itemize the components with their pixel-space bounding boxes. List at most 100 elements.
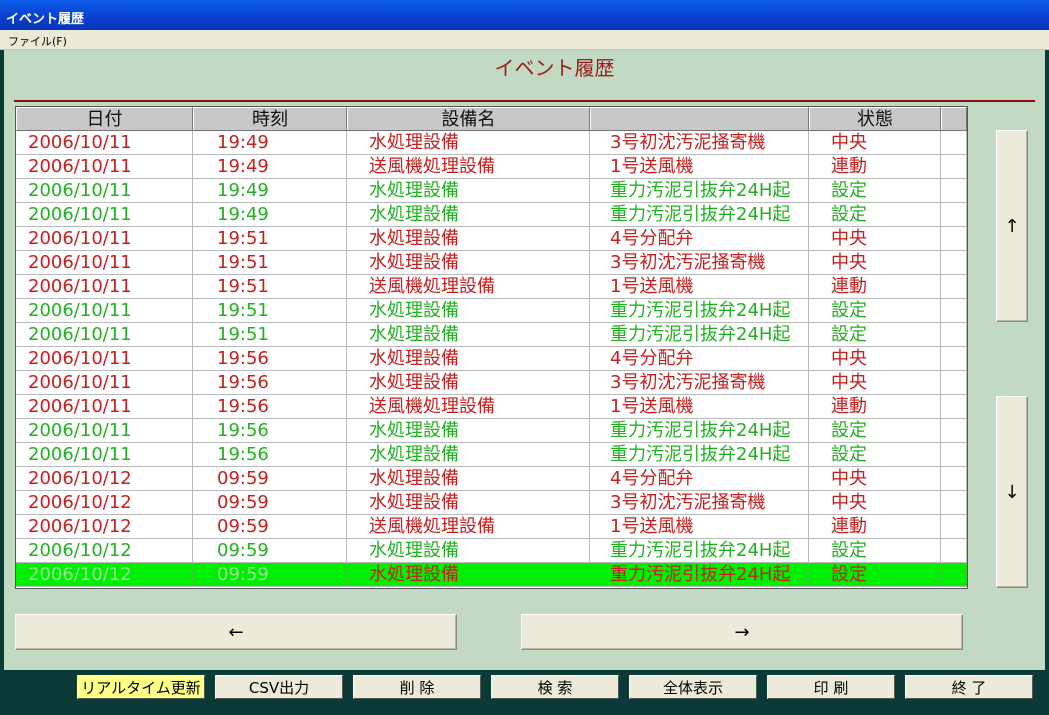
table-row[interactable]: 2006/10/11 19:49 送風機処理設備 1号送風機 連動 [16, 155, 967, 179]
col-date-header[interactable]: 日付 [16, 107, 193, 130]
cell-state: 設定 [809, 179, 941, 202]
cell-point: 重力汚泥引抜弁24H起 [590, 179, 809, 202]
table-row[interactable]: 2006/10/11 19:56 水処理設備 4号分配弁 中央 [16, 347, 967, 371]
cell-point: 3号初沈汚泥掻寄機 [590, 251, 809, 274]
cell-extra [941, 227, 967, 250]
cell-time: 19:49 [193, 203, 347, 226]
table-row[interactable]: 2006/10/11 19:56 水処理設備 3号初沈汚泥掻寄機 中央 [16, 371, 967, 395]
cell-equipment: 水処理設備 [347, 539, 590, 562]
table-row[interactable]: 2006/10/11 19:49 水処理設備 重力汚泥引抜弁24H起 設定 [16, 203, 967, 227]
cell-extra [941, 491, 967, 514]
cell-equipment: 水処理設備 [347, 131, 590, 154]
col-time-header[interactable]: 時刻 [193, 107, 347, 130]
col-point-header[interactable] [590, 107, 809, 130]
cell-date: 2006/10/11 [16, 179, 193, 202]
cell-point: 重力汚泥引抜弁24H起 [590, 443, 809, 466]
csv-export-button[interactable]: CSV出力 [215, 675, 343, 699]
menu-bar: ファイル(F) [0, 30, 1049, 50]
table-row[interactable]: 2006/10/11 19:56 送風機処理設備 1号送風機 連動 [16, 395, 967, 419]
exit-button[interactable]: 終 了 [905, 675, 1033, 699]
cell-time: 19:51 [193, 299, 347, 322]
delete-button[interactable]: 削 除 [353, 675, 481, 699]
table-row[interactable]: 2006/10/11 19:49 水処理設備 3号初沈汚泥掻寄機 中央 [16, 131, 967, 155]
cell-time: 19:51 [193, 323, 347, 346]
cell-time: 19:56 [193, 395, 347, 418]
table-row[interactable]: 2006/10/12 09:59 水処理設備 3号初沈汚泥掻寄機 中央 [16, 491, 967, 515]
scroll-down-button[interactable]: ↓ [996, 396, 1028, 588]
cell-time: 19:56 [193, 419, 347, 442]
cell-equipment: 水処理設備 [347, 347, 590, 370]
cell-time: 19:51 [193, 251, 347, 274]
cell-state: 設定 [809, 299, 941, 322]
cell-equipment: 送風機処理設備 [347, 515, 590, 538]
cell-time: 09:59 [193, 563, 347, 586]
cell-point: 重力汚泥引抜弁24H起 [590, 419, 809, 442]
table-row[interactable]: 2006/10/11 19:51 水処理設備 重力汚泥引抜弁24H起 設定 [16, 299, 967, 323]
cell-date: 2006/10/11 [16, 371, 193, 394]
table-row[interactable]: 2006/10/12 09:59 水処理設備 重力汚泥引抜弁24H起 設定 [16, 563, 967, 587]
cell-extra [941, 467, 967, 490]
event-table[interactable]: 日付 時刻 設備名 状態 2006/10/11 19:49 水処理設備 3号初沈汚泥掻… [15, 106, 968, 589]
cell-point: 4号分配弁 [590, 227, 809, 250]
cell-equipment: 水処理設備 [347, 419, 590, 442]
cell-state: 設定 [809, 203, 941, 226]
table-body: 2006/10/11 19:49 水処理設備 3号初沈汚泥掻寄機 中央 2006/10/1… [16, 131, 967, 587]
cell-equipment: 水処理設備 [347, 299, 590, 322]
cell-date: 2006/10/12 [16, 539, 193, 562]
cell-state: 中央 [809, 371, 941, 394]
scroll-up-button[interactable]: ↑ [996, 130, 1028, 322]
menu-file[interactable]: ファイル(F) [8, 35, 67, 48]
table-row[interactable]: 2006/10/12 09:59 水処理設備 4号分配弁 中央 [16, 467, 967, 491]
cell-extra [941, 419, 967, 442]
cell-point: 1号送風機 [590, 515, 809, 538]
cell-time: 19:56 [193, 347, 347, 370]
cell-equipment: 水処理設備 [347, 563, 590, 586]
search-button[interactable]: 検 索 [491, 675, 619, 699]
cell-date: 2006/10/11 [16, 347, 193, 370]
cell-extra [941, 371, 967, 394]
cell-equipment: 水処理設備 [347, 179, 590, 202]
cell-equipment: 送風機処理設備 [347, 275, 590, 298]
cell-state: 設定 [809, 539, 941, 562]
cell-state: 中央 [809, 347, 941, 370]
cell-equipment: 水処理設備 [347, 203, 590, 226]
cell-date: 2006/10/11 [16, 323, 193, 346]
cell-point: 1号送風機 [590, 395, 809, 418]
page-next-button[interactable]: → [521, 614, 963, 650]
col-state-header[interactable]: 状態 [809, 107, 941, 130]
page-title: イベント履歴 [494, 56, 615, 80]
table-row[interactable]: 2006/10/11 19:56 水処理設備 重力汚泥引抜弁24H起 設定 [16, 419, 967, 443]
page-prev-button[interactable]: ← [15, 614, 457, 650]
left-arrow-icon: ← [228, 621, 244, 643]
table-row[interactable]: 2006/10/11 19:56 水処理設備 重力汚泥引抜弁24H起 設定 [16, 443, 967, 467]
show-all-button[interactable]: 全体表示 [629, 675, 757, 699]
cell-extra [941, 299, 967, 322]
cell-extra [941, 347, 967, 370]
cell-equipment: 水処理設備 [347, 227, 590, 250]
table-row[interactable]: 2006/10/12 09:59 水処理設備 重力汚泥引抜弁24H起 設定 [16, 539, 967, 563]
cell-point: 1号送風機 [590, 155, 809, 178]
cell-state: 設定 [809, 323, 941, 346]
table-row[interactable]: 2006/10/11 19:51 送風機処理設備 1号送風機 連動 [16, 275, 967, 299]
cell-extra [941, 251, 967, 274]
table-row[interactable]: 2006/10/12 09:59 送風機処理設備 1号送風機 連動 [16, 515, 967, 539]
cell-time: 19:51 [193, 227, 347, 250]
col-equipment-header[interactable]: 設備名 [347, 107, 590, 130]
table-row[interactable]: 2006/10/11 19:51 水処理設備 重力汚泥引抜弁24H起 設定 [16, 323, 967, 347]
table-row[interactable]: 2006/10/11 19:51 水処理設備 4号分配弁 中央 [16, 227, 967, 251]
cell-date: 2006/10/12 [16, 491, 193, 514]
right-arrow-icon: → [734, 621, 750, 643]
cell-equipment: 送風機処理設備 [347, 155, 590, 178]
cell-date: 2006/10/11 [16, 227, 193, 250]
table-row[interactable]: 2006/10/11 19:51 水処理設備 3号初沈汚泥掻寄機 中央 [16, 251, 967, 275]
cell-date: 2006/10/12 [16, 515, 193, 538]
print-button[interactable]: 印 刷 [767, 675, 895, 699]
cell-date: 2006/10/11 [16, 299, 193, 322]
cell-point: 重力汚泥引抜弁24H起 [590, 203, 809, 226]
realtime-update-button[interactable]: リアルタイム更新 [77, 675, 205, 699]
cell-time: 19:56 [193, 443, 347, 466]
cell-time: 09:59 [193, 491, 347, 514]
table-row[interactable]: 2006/10/11 19:49 水処理設備 重力汚泥引抜弁24H起 設定 [16, 179, 967, 203]
cell-time: 19:51 [193, 275, 347, 298]
main-panel: イベント履歴 日付 時刻 設備名 状態 2006/10/11 19:49 水処理設備… [4, 50, 1045, 670]
